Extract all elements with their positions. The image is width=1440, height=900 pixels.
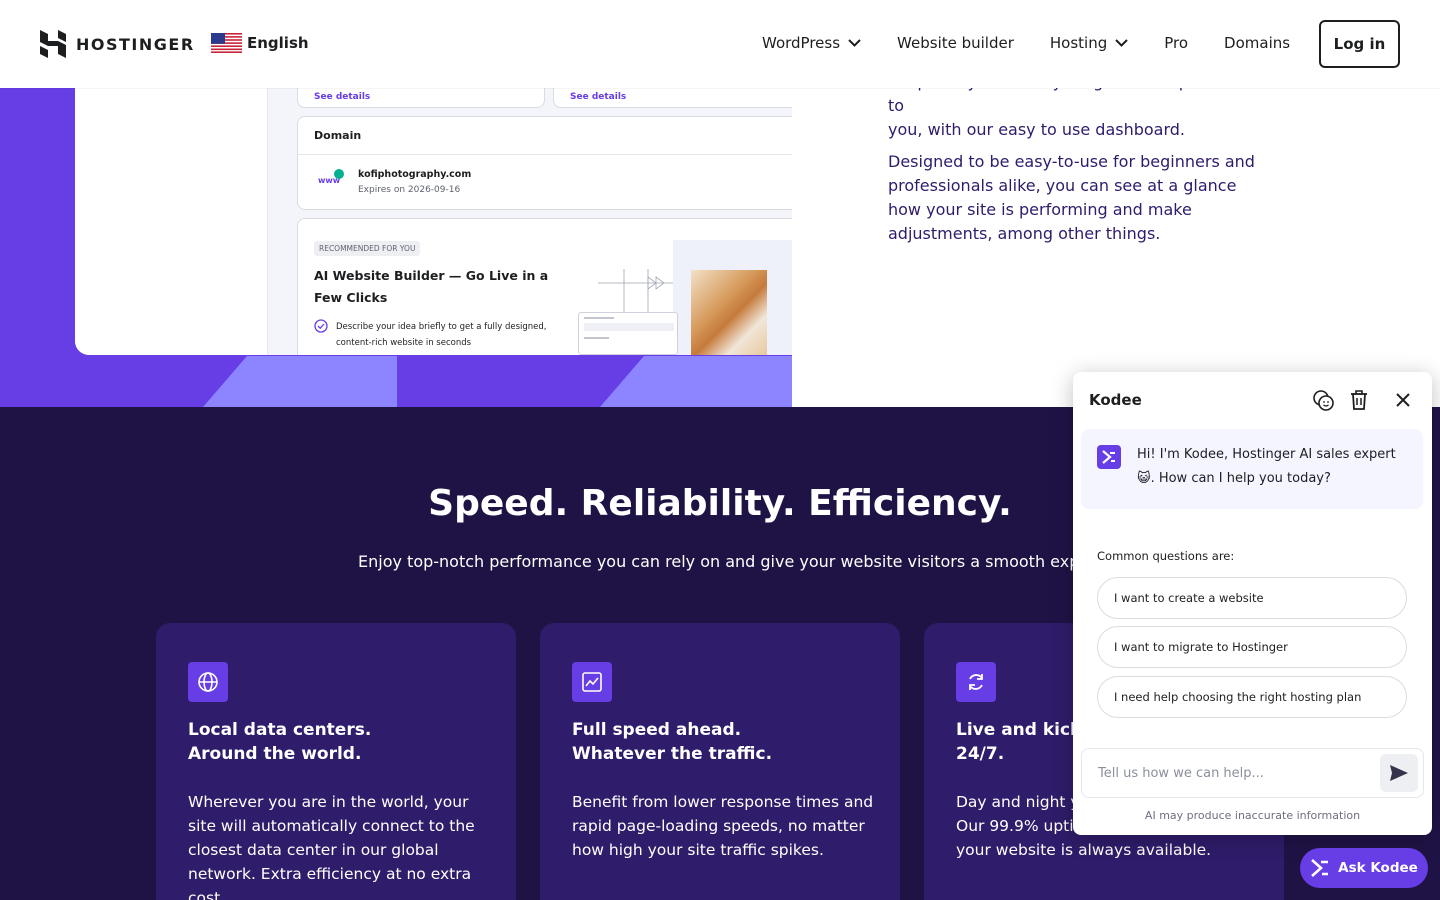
site-header: HOSTINGER English WordPress Website buil… (0, 0, 1440, 88)
send-icon (1390, 765, 1408, 781)
chevron-down-icon (848, 39, 861, 47)
kodee-chat-panel: Kodee Hi! I'm Kodee, Hostinger AI sales … (1073, 372, 1432, 835)
dashboard-intro-text: Keep an eye on everything that's importa… (888, 70, 1258, 254)
login-button[interactable]: Log in (1319, 20, 1400, 68)
see-details-link[interactable]: See details (314, 92, 370, 102)
dashboard-preview: See details See details Domain www kofip… (75, 88, 792, 355)
recommended-badge: RECOMMENDED FOR YOU (314, 241, 421, 256)
intro-line: you, with our easy to use dashboard. (888, 120, 1186, 139)
hostinger-logo-icon (40, 30, 66, 58)
feature-body: Wherever you are in the world, your site… (188, 793, 475, 900)
dashboard-main: See details See details Domain www kofip… (268, 88, 792, 355)
globe-icon (188, 662, 228, 702)
form-wireframe (578, 312, 678, 355)
section-subtitle: Enjoy top-notch performance you can rely… (358, 552, 1144, 571)
refresh-icon (956, 662, 996, 702)
common-questions-label: Common questions are: (1097, 549, 1235, 563)
nav-domains[interactable]: Domains (1224, 34, 1290, 52)
feature-title: Local data centers. Around the world. (188, 720, 372, 764)
feature-card-datacenters: Local data centers. Around the world. Wh… (156, 623, 516, 900)
cat-emoji-icon: 😺 (1137, 471, 1151, 486)
main-nav: WordPress Website builder Hosting Pro Do… (762, 34, 1326, 52)
feature-card-speed: Full speed ahead. Whatever the traffic. … (540, 623, 900, 900)
dashboard-showcase: See details See details Domain www kofip… (0, 88, 792, 407)
divider (298, 154, 792, 155)
recommended-title: AI Website Builder — Go Live in a Few Cl… (314, 268, 549, 305)
domain-card: Domain www kofiphotography.com Expires o… (297, 116, 792, 210)
nav-pro[interactable]: Pro (1164, 34, 1188, 52)
trash-icon[interactable] (1347, 388, 1371, 412)
suggestion-button[interactable]: I want to migrate to Hostinger (1097, 626, 1407, 668)
chat-input-box (1081, 748, 1424, 798)
language-selector[interactable]: English (211, 33, 309, 53)
ask-kodee-label: Ask Kodee (1338, 860, 1418, 876)
domain-card-title: Domain (314, 129, 362, 142)
chat-input[interactable] (1082, 749, 1372, 797)
domain-expiry: Expires on 2026-09-16 (358, 185, 461, 195)
nav-wordpress[interactable]: WordPress (762, 34, 861, 52)
nav-hosting[interactable]: Hosting (1050, 34, 1128, 52)
suggestion-button[interactable]: I want to create a website (1097, 577, 1407, 619)
ai-disclaimer: AI may produce inaccurate information (1144, 809, 1361, 822)
feature-title: Full speed ahead. Whatever the traffic. (572, 720, 773, 764)
kodee-icon (1311, 859, 1329, 877)
recommended-description: Describe your idea briefly to get a full… (336, 322, 547, 348)
bot-message-text: Hi! I'm Kodee, Hostinger AI sales expert… (1137, 447, 1396, 486)
chevron-down-icon (1115, 39, 1128, 47)
decorative-shapes (203, 356, 792, 407)
ask-kodee-button[interactable]: Ask Kodee (1300, 848, 1428, 888)
nav-website-builder[interactable]: Website builder (897, 34, 1014, 52)
www-icon: www (318, 169, 344, 185)
chat-title: Kodee (1089, 391, 1142, 409)
hostinger-logo[interactable]: HOSTINGER (40, 30, 195, 58)
kodee-avatar-icon (1097, 445, 1121, 469)
us-flag-icon (211, 33, 242, 53)
see-details-link[interactable]: See details (570, 92, 626, 102)
chart-up-icon (572, 662, 612, 702)
check-circle-icon (314, 319, 328, 333)
intro-paragraph: Designed to be easy-to-use for beginners… (888, 152, 1255, 243)
language-label: English (247, 34, 309, 52)
brand-name: HOSTINGER (76, 34, 195, 54)
bot-message: Hi! I'm Kodee, Hostinger AI sales expert… (1081, 429, 1423, 509)
suggestion-button[interactable]: I need help choosing the right hosting p… (1097, 676, 1407, 718)
overview-card-1: See details (297, 88, 545, 108)
feature-body: Benefit from lower response times and ra… (572, 793, 874, 859)
close-icon[interactable] (1391, 388, 1415, 412)
send-button[interactable] (1380, 754, 1418, 792)
domain-name: kofiphotography.com (358, 169, 472, 180)
feedback-icon[interactable] (1311, 388, 1335, 412)
pastry-photo (691, 270, 767, 355)
overview-card-2: See details (553, 88, 792, 108)
dashboard-sidebar (75, 88, 268, 355)
